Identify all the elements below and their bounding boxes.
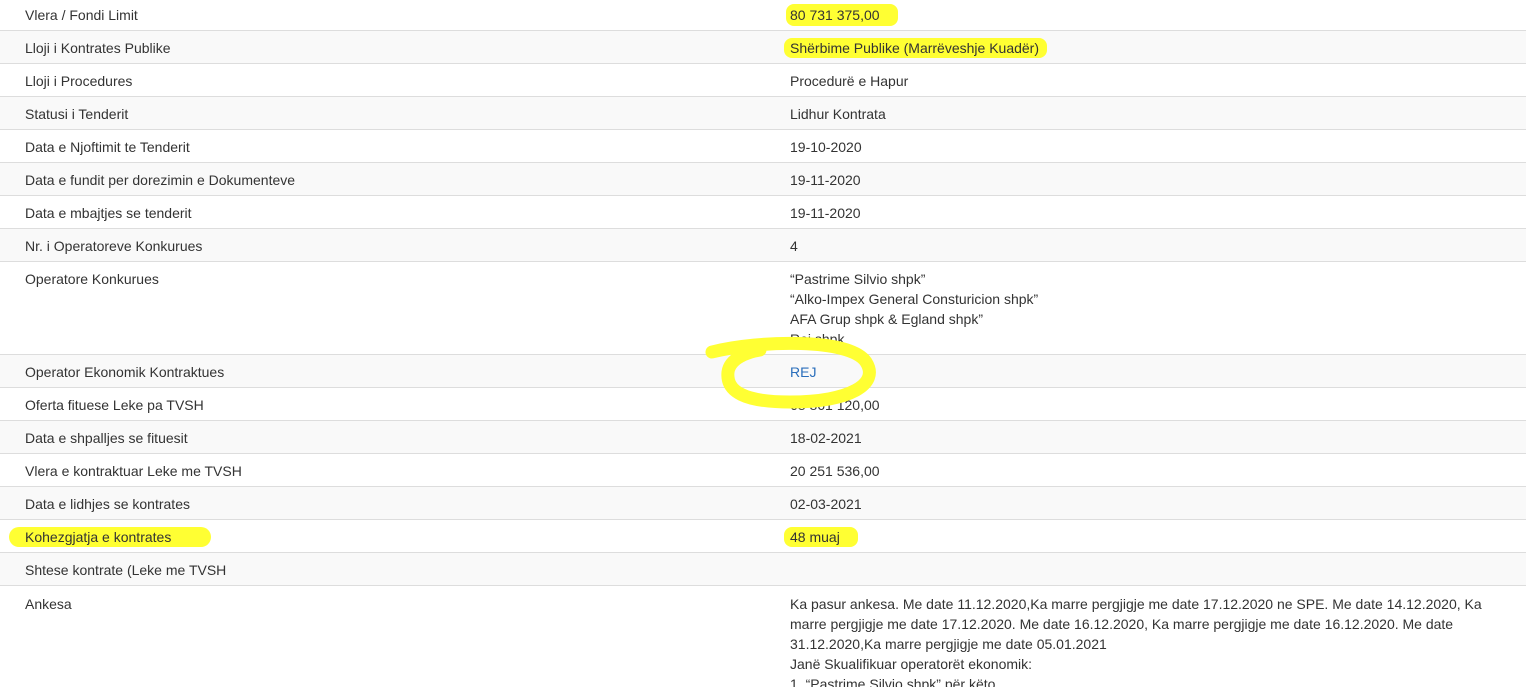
table-row: Shtese kontrate (Leke me TVSH [0,552,1526,586]
table-row: Lloji i Kontrates Publike Shërbime Publi… [0,30,1526,64]
row-label: Nr. i Operatoreve Konkurues [25,238,203,254]
table-row: Data e fundit per dorezimin e Dokumentev… [0,162,1526,196]
row-label: Vlera / Fondi Limit [25,7,138,23]
highlighted-label: Kohezgjatja e kontrates [9,527,212,547]
row-value: Shërbime Publike (Marrëveshje Kuadër) [782,31,1526,64]
contractor-link[interactable]: REJ [790,364,816,380]
complaint-line: Ka pasur ankesa. Me date 11.12.2020,Ka m… [790,596,1482,612]
highlighted-value: 80 731 375,00 [786,4,898,26]
row-label: Data e mbajtjes se tenderit [25,205,192,221]
row-value: 19-10-2020 [790,139,862,155]
table-row: Oferta fituese Leke pa TVSH 68 861 120,0… [0,387,1526,421]
operator-line: “Alko-Impex General Consturicion shpk” [790,291,1039,307]
operator-line: Rej shpk [790,331,845,347]
table-row: Operatore Konkurues “Pastrime Silvio shp… [0,261,1526,355]
table-row: Kohezgjatja e kontrates 48 muaj [0,519,1526,553]
row-label: Kohezgjatja e kontrates [0,520,782,553]
complaints-text: Ka pasur ankesa. Me date 11.12.2020,Ka m… [782,586,1526,687]
table-row: Data e mbajtjes se tenderit 19-11-2020 [0,195,1526,229]
competing-operators-list: “Pastrime Silvio shpk” “Alko-Impex Gener… [782,262,1526,355]
row-label: Data e shpalljes se fituesit [25,430,188,446]
tender-details-page: Vlera / Fondi Limit 80 731 375,00 Lloji … [0,0,1526,687]
table-row: Data e Njoftimit te Tenderit 19-10-2020 [0,129,1526,163]
table-row: Data e lidhjes se kontrates 02-03-2021 [0,486,1526,520]
table-row: Ankesa Ka pasur ankesa. Me date 11.12.20… [0,585,1526,687]
row-label: Operator Ekonomik Kontraktues [25,364,225,380]
row-value: 02-03-2021 [790,496,862,512]
tender-details-table: Vlera / Fondi Limit 80 731 375,00 Lloji … [0,0,1526,687]
row-value: 48 muaj [782,520,1526,553]
row-label: Data e lidhjes se kontrates [25,496,190,512]
row-label: Data e Njoftimit te Tenderit [25,139,190,155]
highlighted-value: Shërbime Publike (Marrëveshje Kuadër) [784,38,1047,58]
table-row: Statusi i Tenderit Lidhur Kontrata [0,96,1526,130]
operator-line: AFA Grup shpk & Egland shpk” [790,311,983,327]
row-label: Statusi i Tenderit [25,106,129,122]
highlighted-value: 48 muaj [784,527,858,547]
table-row: Nr. i Operatoreve Konkurues 4 [0,228,1526,262]
table-row: Vlera e kontraktuar Leke me TVSH 20 251 … [0,453,1526,487]
table-row: Operator Ekonomik Kontraktues REJ [0,354,1526,388]
row-value: 4 [790,238,798,254]
row-label: Shtese kontrate (Leke me TVSH [25,562,227,578]
row-label: Vlera e kontraktuar Leke me TVSH [25,463,242,479]
row-value: 18-02-2021 [790,430,862,446]
row-label: Lloji i Kontrates Publike [25,40,171,56]
row-value: 19-11-2020 [790,205,861,221]
table-row: Lloji i Procedures Procedurë e Hapur [0,63,1526,97]
row-label: Ankesa [25,596,72,612]
complaint-line: marre pergjigje me date 17.12.2020. Me d… [790,616,1454,632]
row-label: Lloji i Procedures [25,73,133,89]
operator-line: “Pastrime Silvio shpk” [790,271,926,287]
complaint-line: 1. “Pastrime Silvio shpk” për këto [790,676,996,687]
row-value: 68 861 120,00 [790,397,880,413]
row-label: Oferta fituese Leke pa TVSH [25,397,204,413]
row-value: 80 731 375,00 [782,0,1526,31]
row-value: Procedurë e Hapur [790,73,909,89]
row-value [782,553,1526,586]
row-value: 20 251 536,00 [790,463,880,479]
row-value: REJ [782,355,1526,388]
complaint-line: 31.12.2020,Ka marre pergjigje me date 05… [790,636,1107,652]
row-label: Data e fundit per dorezimin e Dokumentev… [25,172,296,188]
table-row: Vlera / Fondi Limit 80 731 375,00 [0,0,1526,31]
table-row: Data e shpalljes se fituesit 18-02-2021 [0,420,1526,454]
row-value: Lidhur Kontrata [790,106,886,122]
row-value: 19-11-2020 [790,172,861,188]
complaint-line: Janë Skualifikuar operatorët ekonomik: [790,656,1033,672]
row-label: Operatore Konkurues [25,271,159,287]
